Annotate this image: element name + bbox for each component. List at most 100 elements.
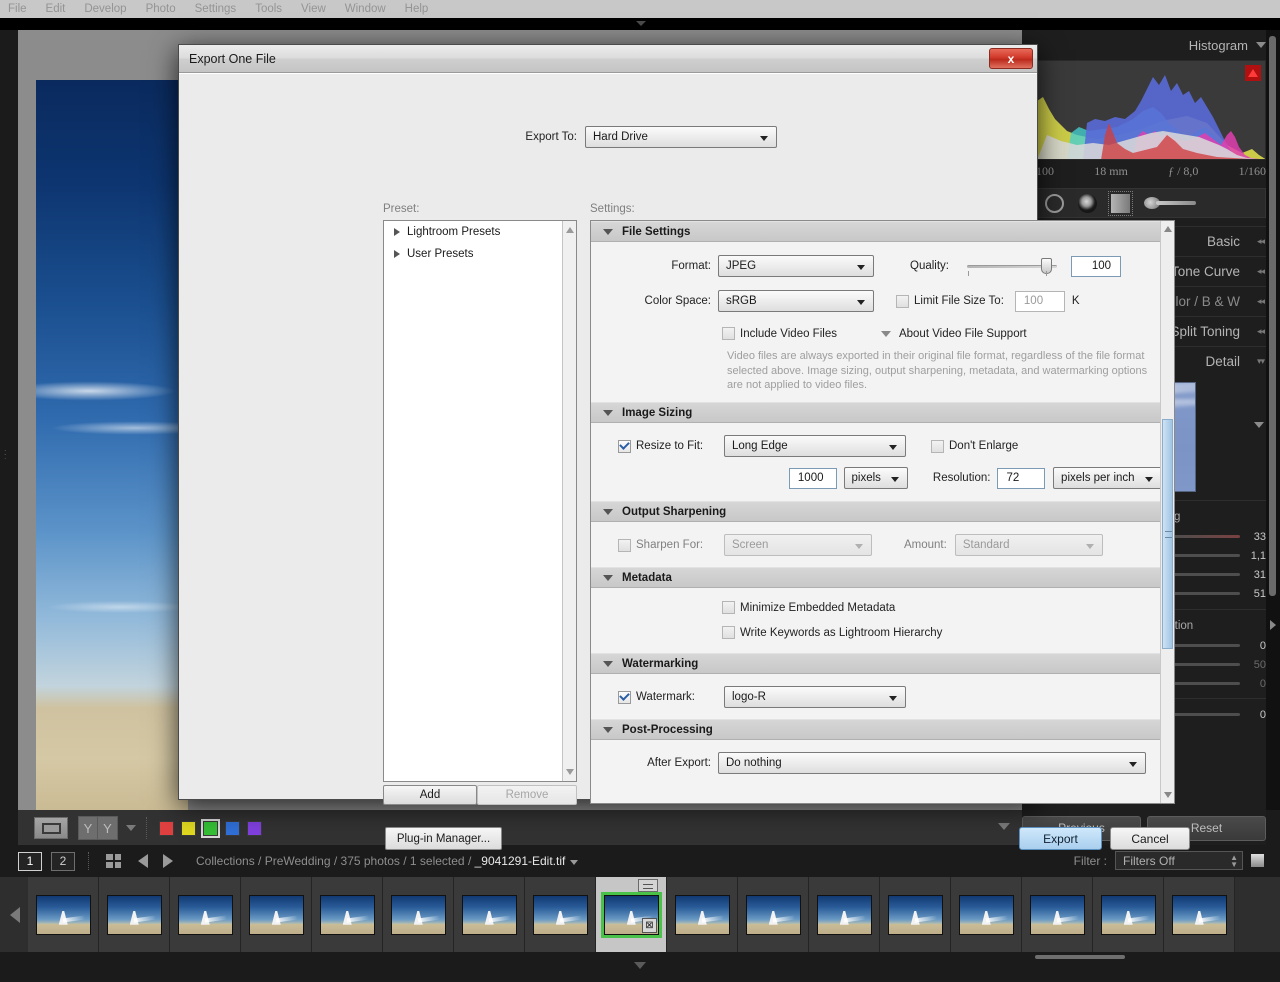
chevron-down-icon[interactable]: [603, 660, 613, 667]
panel-collapse-icon[interactable]: ◂◂: [1250, 266, 1265, 277]
chevron-down-icon[interactable]: [126, 825, 136, 831]
loupe-view-button[interactable]: [34, 817, 68, 839]
preset-group-lightroom[interactable]: Lightroom Presets: [384, 221, 576, 243]
right-panel-scrollbar[interactable]: [1266, 30, 1280, 810]
chevron-down-icon[interactable]: [603, 409, 613, 416]
cancel-button[interactable]: Cancel: [1110, 827, 1190, 850]
export-to-select[interactable]: Hard Drive: [585, 126, 777, 148]
color-label-blue[interactable]: [225, 820, 240, 836]
add-preset-button[interactable]: Add: [383, 785, 477, 805]
limit-file-size-checkbox[interactable]: [896, 294, 909, 308]
size-value-input[interactable]: 1000: [788, 467, 837, 489]
scrollbar-thumb[interactable]: [1162, 419, 1173, 649]
preset-group-user[interactable]: User Presets: [384, 243, 576, 265]
limit-file-size-input[interactable]: 100: [1014, 290, 1065, 312]
menu-window[interactable]: Window: [345, 3, 386, 15]
section-file-settings-header[interactable]: File Settings: [591, 221, 1174, 242]
plugin-manager-button[interactable]: Plug-in Manager...: [385, 827, 502, 850]
filmstrip-thumb[interactable]: [1093, 877, 1164, 952]
graduated-filter-icon[interactable]: [1108, 190, 1133, 216]
include-video-checkbox[interactable]: [722, 327, 735, 340]
right-panel-handle-icon[interactable]: [1270, 620, 1276, 630]
scroll-down-icon[interactable]: [566, 769, 574, 775]
section-metadata-header[interactable]: Metadata: [591, 567, 1174, 588]
resize-mode-select[interactable]: Long Edge: [724, 435, 906, 457]
filmstrip-thumb[interactable]: [241, 877, 312, 952]
scrollbar-thumb[interactable]: [1269, 36, 1276, 596]
histogram-header[interactable]: Histogram: [1022, 30, 1280, 60]
panel-collapse-icon[interactable]: ◂◂: [1250, 296, 1265, 307]
go-back-icon[interactable]: [138, 854, 148, 868]
menu-view[interactable]: View: [301, 3, 326, 15]
filmstrip-thumb[interactable]: [383, 877, 454, 952]
panel-collapse-icon[interactable]: ◂◂: [1250, 326, 1265, 337]
menu-develop[interactable]: Develop: [84, 3, 126, 15]
filmstrip-thumb[interactable]: [738, 877, 809, 952]
breadcrumb[interactable]: Collections / PreWedding / 375 photos / …: [196, 854, 579, 868]
format-select[interactable]: JPEG: [718, 255, 874, 277]
menu-help[interactable]: Help: [405, 3, 429, 15]
menu-photo[interactable]: Photo: [146, 3, 176, 15]
filmstrip-thumb[interactable]: [454, 877, 525, 952]
filmstrip-thumb[interactable]: [880, 877, 951, 952]
toolbar-options-icon[interactable]: [998, 823, 1010, 830]
panel-collapse-icon[interactable]: ◂◂: [1250, 236, 1265, 247]
filmstrip-thumb[interactable]: [312, 877, 383, 952]
detail-preview-toggle-icon[interactable]: [1254, 422, 1264, 428]
chevron-down-icon[interactable]: [603, 508, 613, 515]
color-space-select[interactable]: sRGB: [718, 290, 874, 312]
crop-overlay-icon[interactable]: [1045, 193, 1064, 213]
filmstrip-thumb[interactable]: [525, 877, 596, 952]
filter-toggle-icon[interactable]: [1251, 854, 1264, 867]
spinner-icon[interactable]: ▲ ▼: [1230, 854, 1238, 869]
write-keywords-checkbox[interactable]: [722, 626, 735, 639]
chevron-down-icon[interactable]: [603, 726, 613, 733]
filmstrip-thumb[interactable]: [99, 877, 170, 952]
dont-enlarge-checkbox[interactable]: [931, 439, 944, 453]
preset-scrollbar[interactable]: [562, 221, 576, 781]
panel-expand-icon[interactable]: ▾▾: [1250, 356, 1265, 367]
color-label-red[interactable]: [159, 820, 174, 836]
color-label-green[interactable]: [201, 818, 220, 838]
top-panel-toggle-icon[interactable]: [636, 21, 646, 26]
develop-settings-badge-icon[interactable]: ⊠: [642, 918, 657, 933]
color-label-yellow[interactable]: [181, 820, 196, 836]
menu-tools[interactable]: Tools: [255, 3, 282, 15]
scroll-down-icon[interactable]: [1164, 792, 1172, 798]
adjustment-brush-icon[interactable]: [1144, 197, 1196, 209]
chevron-right-icon[interactable]: [394, 250, 400, 258]
chevron-down-icon[interactable]: [603, 228, 613, 235]
spot-removal-icon[interactable]: [1078, 193, 1097, 213]
chevron-right-icon[interactable]: [394, 228, 400, 236]
filter-select[interactable]: Filters Off ▲ ▼: [1115, 851, 1243, 870]
left-panel-handle[interactable]: ::: [4, 448, 11, 468]
top-panel-handle[interactable]: [0, 18, 1280, 30]
menu-settings[interactable]: Settings: [195, 3, 237, 15]
section-image-sizing-header[interactable]: Image Sizing: [591, 402, 1174, 423]
thumb-flag-icon[interactable]: [638, 879, 658, 892]
preset-list[interactable]: Lightroom Presets User Presets: [383, 220, 577, 782]
about-video-label[interactable]: About Video File Support: [899, 328, 1027, 340]
highlight-clipping-indicator[interactable]: [1245, 65, 1261, 81]
watermark-checkbox[interactable]: [618, 690, 631, 704]
sharpen-for-checkbox[interactable]: [618, 538, 631, 552]
chevron-down-icon[interactable]: [880, 330, 891, 337]
filmstrip-thumb[interactable]: [809, 877, 880, 952]
color-label-purple[interactable]: [247, 820, 262, 836]
menu-file[interactable]: File: [8, 3, 27, 15]
after-export-select[interactable]: Do nothing: [718, 752, 1146, 774]
section-post-processing-header[interactable]: Post-Processing: [591, 719, 1174, 740]
scroll-up-icon[interactable]: [1164, 226, 1172, 232]
section-watermarking-header[interactable]: Watermarking: [591, 653, 1174, 674]
chevron-down-icon[interactable]: [1256, 42, 1266, 48]
monitor-2-button[interactable]: 2: [51, 851, 75, 871]
grid-view-icon[interactable]: [106, 854, 121, 868]
dialog-title-bar[interactable]: Export One File x: [179, 45, 1037, 73]
size-units-select[interactable]: pixels: [843, 467, 908, 489]
close-icon[interactable]: x: [989, 48, 1033, 69]
menu-edit[interactable]: Edit: [46, 3, 66, 15]
minimize-metadata-checkbox[interactable]: [722, 601, 735, 614]
bottom-panel-toggle-icon[interactable]: [634, 962, 646, 969]
quality-slider[interactable]: [967, 257, 1057, 276]
filmstrip-size-slider[interactable]: [1035, 955, 1125, 959]
